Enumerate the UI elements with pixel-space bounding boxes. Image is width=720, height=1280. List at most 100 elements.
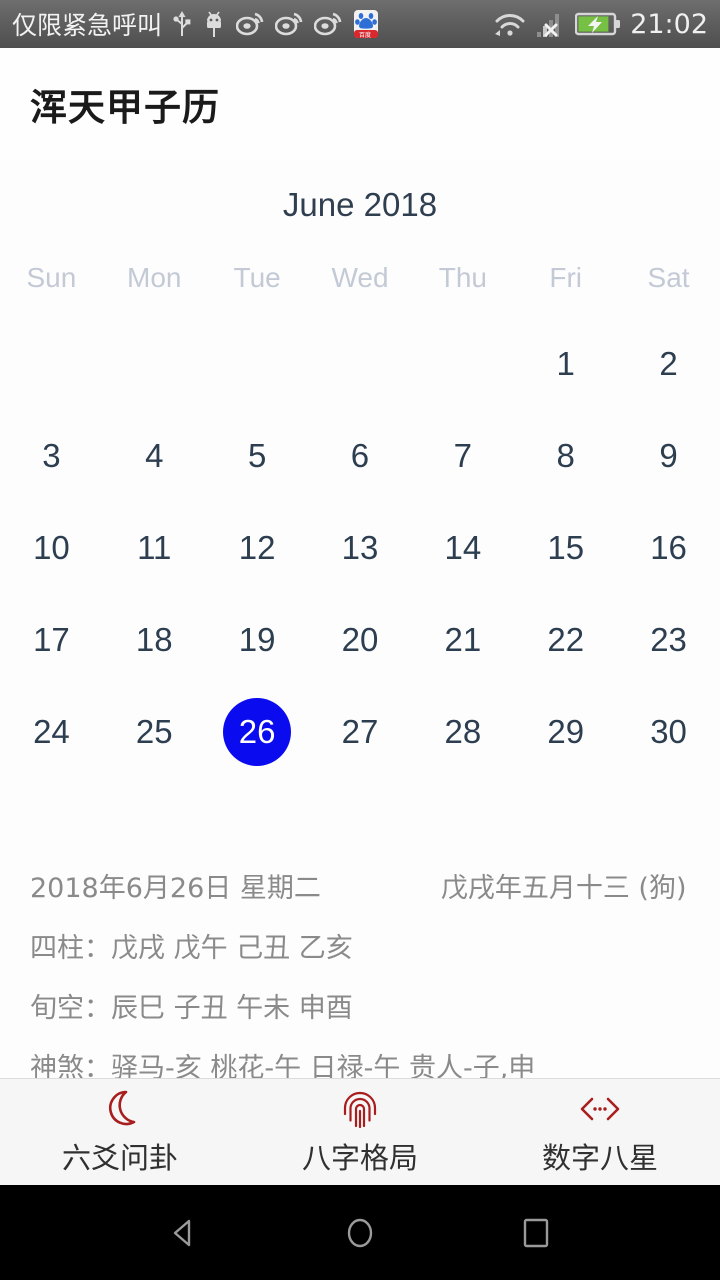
calendar-day-14[interactable]: 14 <box>411 502 514 594</box>
calendar-weekday-header: Sun Mon Tue Wed Thu Fri Sat <box>0 262 720 294</box>
calendar-day-30[interactable]: 30 <box>617 686 720 778</box>
calendar-day-16[interactable]: 16 <box>617 502 720 594</box>
calendar-weekday-sat: Sat <box>647 262 690 293</box>
status-carrier-text: 仅限紧急呼叫 <box>12 11 163 40</box>
calendar-day-29[interactable]: 29 <box>514 686 617 778</box>
calendar-month-label: June 2018 <box>282 186 438 223</box>
calendar-day-25[interactable]: 25 <box>103 686 206 778</box>
calendar-weekday-sun: Sun <box>26 262 77 293</box>
calendar-day-label: 19 <box>238 621 276 658</box>
baidu-icon: 百度 <box>354 10 379 39</box>
calendar-day-18[interactable]: 18 <box>103 594 206 686</box>
date-detail-panel: 2018年6月26日 星期二 戊戌年五月十三 (狗) 四柱：戊戌 戊午 己丑 乙… <box>0 855 720 1095</box>
calendar-day-label: 22 <box>547 621 585 658</box>
calendar-day-27[interactable]: 27 <box>309 686 412 778</box>
cellular-no-signal-icon <box>537 14 560 37</box>
calendar-day-label: 4 <box>145 437 164 474</box>
usb-icon <box>173 11 191 36</box>
calendar-day-label: 1 <box>556 345 575 382</box>
calendar-day-label: 23 <box>650 621 687 658</box>
calendar-weekday-tue: Tue <box>233 262 281 293</box>
android-status-bar: 仅限紧急呼叫 百度 21:02 <box>0 0 720 48</box>
calendar-day-26[interactable]: 26 <box>206 686 309 778</box>
tab-bazi-geju[interactable]: 八字格局 <box>240 1087 480 1177</box>
calendar-day-label: 2 <box>659 345 678 382</box>
calendar-day-8[interactable]: 8 <box>514 410 617 502</box>
calendar-day-label: 29 <box>547 713 585 750</box>
calendar-day-label: 25 <box>135 713 173 750</box>
calendar-day-20[interactable]: 20 <box>309 594 412 686</box>
calendar-weekday-mon: Mon <box>127 262 182 293</box>
app-bar: 浑天甲子历 <box>0 48 720 159</box>
status-clock: 21:02 <box>630 8 708 40</box>
calendar-empty-cell <box>309 318 412 410</box>
four-pillars-text: 四柱：戊戌 戊午 己丑 乙亥 <box>30 932 353 964</box>
calendar-day-label: 17 <box>33 621 70 658</box>
calendar-day-label: 7 <box>453 437 473 474</box>
calendar-day-label: 14 <box>444 529 482 566</box>
tab-label: 八字格局 <box>301 1141 418 1175</box>
tab-liuyao-wengua[interactable]: 六爻问卦 <box>0 1087 240 1177</box>
status-left-icon-group: 百度 <box>172 9 379 39</box>
calendar-day-19[interactable]: 19 <box>206 594 309 686</box>
calendar-empty-cell <box>0 318 103 410</box>
home-circle-icon[interactable] <box>342 1215 378 1251</box>
weibo-icon <box>314 12 342 36</box>
calendar-day-label: 27 <box>341 713 379 750</box>
calendar-empty-cell <box>411 318 514 410</box>
calendar-day-label: 20 <box>341 621 379 658</box>
calendar-day-21[interactable]: 21 <box>411 594 514 686</box>
bottom-tab-bar: 六爻问卦 八字格局 数字八星 <box>0 1078 720 1185</box>
calendar-day-22[interactable]: 22 <box>514 594 617 686</box>
calendar-day-label: 30 <box>650 713 687 750</box>
calendar-day-4[interactable]: 4 <box>103 410 206 502</box>
calendar-day-10[interactable]: 10 <box>0 502 103 594</box>
calendar-day-24[interactable]: 24 <box>0 686 103 778</box>
calendar-day-label: 21 <box>444 621 482 658</box>
page-title: 浑天甲子历 <box>30 85 220 129</box>
calendar-day-label: 9 <box>659 437 678 474</box>
calendar-day-2[interactable]: 2 <box>617 318 720 410</box>
svg-text:百度: 百度 <box>359 31 371 39</box>
calendar-day-7[interactable]: 7 <box>411 410 514 502</box>
weibo-icon <box>236 12 264 36</box>
calendar-day-11[interactable]: 11 <box>103 502 206 594</box>
calendar-weekday-fri: Fri <box>549 262 583 293</box>
calendar-day-23[interactable]: 23 <box>617 594 720 686</box>
calendar-empty-cell <box>206 318 309 410</box>
calendar-empty-cell <box>103 318 206 410</box>
android-debug-icon <box>207 11 222 37</box>
calendar-day-17[interactable]: 17 <box>0 594 103 686</box>
calendar-day-6[interactable]: 6 <box>309 410 412 502</box>
recents-square-icon[interactable] <box>518 1215 554 1251</box>
calendar-day-label: 5 <box>247 437 267 474</box>
battery-charging-icon <box>575 12 621 36</box>
calendar-day-13[interactable]: 13 <box>309 502 412 594</box>
calendar-weekday-wed: Wed <box>331 262 389 293</box>
calendar-day-label: 12 <box>238 529 276 566</box>
tab-shuzi-baxing[interactable]: 数字八星 <box>480 1087 720 1177</box>
calendar-day-label: 11 <box>137 529 172 566</box>
fingerprint-icon <box>339 1087 381 1131</box>
calendar-day-15[interactable]: 15 <box>514 502 617 594</box>
calendar-day-label: 13 <box>341 529 379 566</box>
crescent-moon-icon <box>99 1087 141 1131</box>
wifi-icon <box>495 14 525 36</box>
calendar-day-12[interactable]: 12 <box>206 502 309 594</box>
xunkong-text: 旬空：辰巳 子丑 午未 申酉 <box>30 992 353 1024</box>
calendar-day-5[interactable]: 5 <box>206 410 309 502</box>
back-triangle-icon[interactable] <box>166 1215 202 1251</box>
lunar-date-text: 戊戌年五月十三 (狗) <box>440 872 687 904</box>
calendar-day-9[interactable]: 9 <box>617 410 720 502</box>
calendar-day-label: 16 <box>650 529 687 566</box>
date-summary-row: 2018年6月26日 星期二 戊戌年五月十三 (狗) <box>0 855 720 915</box>
calendar-day-label: 28 <box>444 713 482 750</box>
calendar-day-label: 6 <box>350 437 370 474</box>
calendar-day-label: 8 <box>556 437 575 474</box>
weibo-icon <box>275 12 303 36</box>
calendar-day-28[interactable]: 28 <box>411 686 514 778</box>
calendar-day-3[interactable]: 3 <box>0 410 103 502</box>
calendar-day-grid[interactable]: 1 2 3 4 5 6 7 8 9 10 11 12 13 14 15 16 17 18 19 20 21 22 23 24 2… <box>0 318 720 778</box>
status-right-icon-group: 21:02 <box>493 9 720 40</box>
calendar-day-1[interactable]: 1 <box>514 318 617 410</box>
